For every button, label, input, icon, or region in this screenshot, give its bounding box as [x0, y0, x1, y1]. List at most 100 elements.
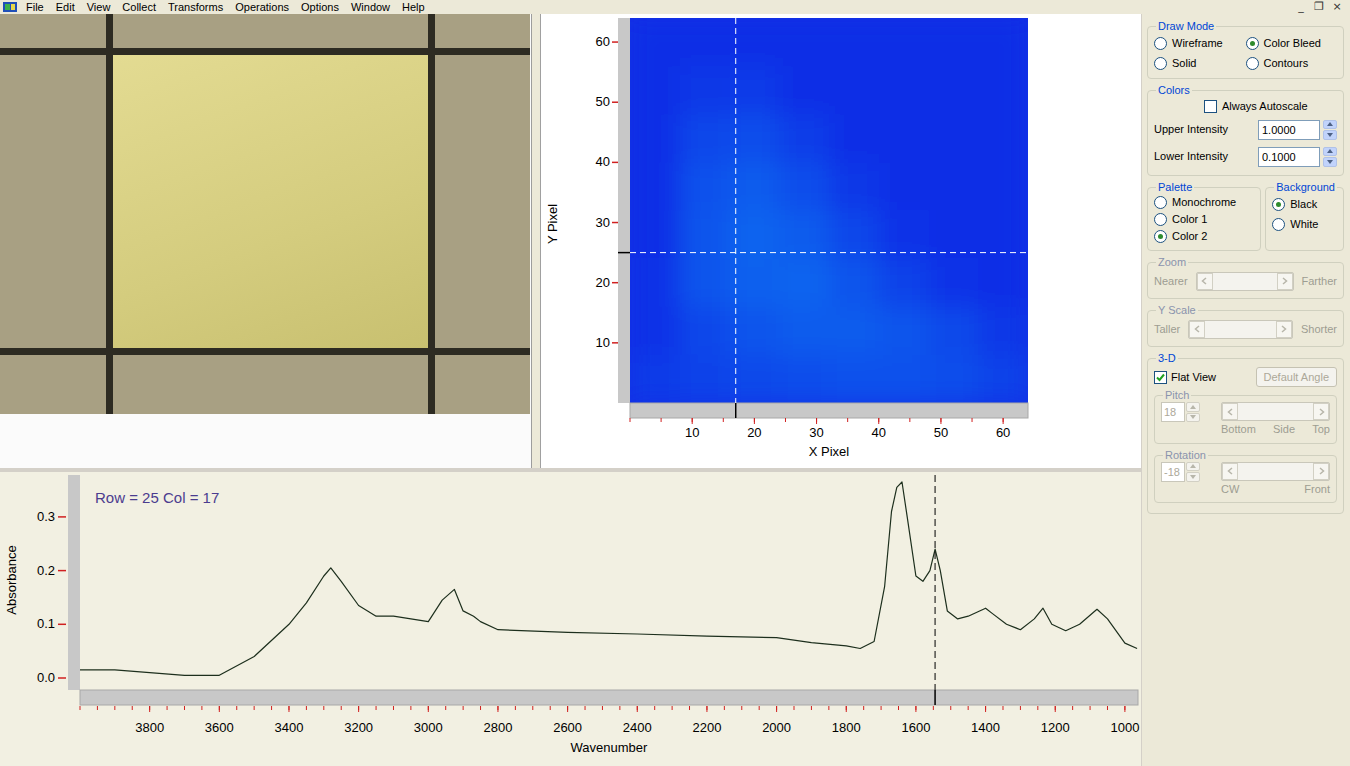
- y-tick-label: 0.0: [37, 670, 55, 685]
- checkbox[interactable]: [1154, 371, 1167, 384]
- radio-option[interactable]: Monochrome: [1154, 194, 1254, 211]
- map-cell: [978, 211, 1028, 260]
- menu-item[interactable]: File: [20, 0, 50, 14]
- x-tick-label: 3000: [414, 720, 443, 735]
- pitch-group-input[interactable]: [1161, 402, 1185, 422]
- flat-view-option[interactable]: Flat View: [1154, 369, 1216, 386]
- spin-up-button[interactable]: [1323, 120, 1337, 130]
- default-angle-button[interactable]: Default Angle: [1256, 367, 1337, 388]
- menu-item[interactable]: View: [81, 0, 117, 14]
- radio-button[interactable]: [1154, 37, 1167, 50]
- x-tick-label: 1400: [971, 720, 1000, 735]
- spectrum-line: [80, 482, 1137, 675]
- slider-right-button[interactable]: [1313, 403, 1329, 420]
- checkbox[interactable]: [1204, 100, 1217, 113]
- map-cell: [879, 66, 929, 115]
- slider-right-button[interactable]: [1277, 273, 1293, 290]
- arrow-left-icon: [1194, 325, 1201, 333]
- draw-mode-group-title: Draw Mode: [1156, 20, 1216, 33]
- radio-button[interactable]: [1154, 196, 1167, 209]
- menu-item[interactable]: Options: [295, 0, 345, 14]
- crosshair-horizontal[interactable]: [630, 252, 1028, 253]
- app-icon: [2, 1, 18, 13]
- autoscale-option[interactable]: Always Autoscale: [1154, 97, 1337, 116]
- arrow-down-icon: [1189, 474, 1197, 480]
- radio-option[interactable]: Black: [1272, 194, 1337, 214]
- spin-up-button[interactable]: [1323, 147, 1337, 157]
- slider[interactable]: [1188, 320, 1293, 339]
- spin-down-button[interactable]: [1323, 130, 1337, 140]
- arrow-up-icon: [1189, 463, 1197, 469]
- radio-option[interactable]: Wireframe: [1154, 33, 1246, 53]
- map-cell: [879, 211, 929, 260]
- spin-up-button[interactable]: [1186, 462, 1200, 472]
- slider-left-button[interactable]: [1222, 403, 1238, 420]
- photo-panel: [0, 14, 532, 468]
- arrow-left-icon: [1227, 408, 1234, 416]
- radio-button[interactable]: [1272, 218, 1285, 231]
- intensity-input[interactable]: [1258, 120, 1320, 140]
- map-cell: [829, 114, 879, 163]
- map-cell: [978, 259, 1028, 308]
- x-tick-label: 2800: [483, 720, 512, 735]
- menu-item[interactable]: Edit: [50, 0, 81, 14]
- radio-button[interactable]: [1154, 57, 1167, 70]
- slider-left-button[interactable]: [1222, 463, 1238, 480]
- menu-item[interactable]: Collect: [116, 0, 162, 14]
- radio-option[interactable]: Color 2: [1154, 228, 1254, 245]
- map-cell: [630, 355, 680, 403]
- checkmark-icon: [1155, 372, 1166, 383]
- slider-right-button[interactable]: [1313, 463, 1329, 480]
- radio-option[interactable]: Color Bleed: [1246, 33, 1338, 53]
- arrow-right-icon: [1318, 467, 1325, 475]
- sample-photo: [0, 14, 530, 414]
- slider[interactable]: [1196, 272, 1294, 291]
- slider-track: [1238, 403, 1313, 420]
- palette-group: PaletteMonochromeColor 1Color 2: [1147, 181, 1261, 251]
- radio-button[interactable]: [1272, 198, 1285, 211]
- slider-right-button[interactable]: [1276, 321, 1292, 338]
- arrow-up-icon: [1189, 404, 1197, 410]
- radio-option[interactable]: Contours: [1246, 53, 1338, 73]
- map-cell: [779, 114, 829, 163]
- radio-option[interactable]: Color 1: [1154, 211, 1254, 228]
- rotation-group-input[interactable]: [1161, 462, 1185, 482]
- window-control[interactable]: ×: [1328, 0, 1346, 14]
- map-cell: [978, 18, 1028, 67]
- horizontal-scrollbar: [630, 403, 1028, 418]
- background-group-title: Background: [1274, 181, 1337, 194]
- map-cell: [630, 259, 680, 308]
- slider-left-button[interactable]: [1189, 321, 1205, 338]
- y-tick-label: 20: [596, 275, 610, 290]
- spin-up-button[interactable]: [1186, 402, 1200, 412]
- radio-button[interactable]: [1246, 37, 1259, 50]
- spin-down-button[interactable]: [1186, 472, 1200, 482]
- map-cell: [929, 66, 979, 115]
- arrow-up-icon: [1326, 121, 1334, 127]
- menu-item[interactable]: Operations: [229, 0, 295, 14]
- radio-option[interactable]: White: [1272, 214, 1337, 234]
- x-tick-label: 40: [872, 425, 886, 440]
- slider[interactable]: [1221, 462, 1330, 481]
- y-tick-label: 0.3: [37, 509, 55, 524]
- intensity-input[interactable]: [1258, 147, 1320, 167]
- slider[interactable]: [1221, 402, 1330, 421]
- arrow-down-icon: [1189, 414, 1197, 420]
- wavenumber-cursor[interactable]: [935, 475, 936, 690]
- map-cell: [779, 307, 829, 356]
- window-control[interactable]: _: [1292, 0, 1310, 14]
- radio-button[interactable]: [1246, 57, 1259, 70]
- spin-down-button[interactable]: [1323, 157, 1337, 167]
- radio-button[interactable]: [1154, 230, 1167, 243]
- menu-item[interactable]: Transforms: [162, 0, 229, 14]
- x-tick-label: 60: [996, 425, 1010, 440]
- menu-item[interactable]: Window: [345, 0, 396, 14]
- menu-item[interactable]: Help: [396, 0, 431, 14]
- radio-option[interactable]: Solid: [1154, 53, 1246, 73]
- crosshair-vertical[interactable]: [735, 18, 736, 403]
- map-cell: [730, 211, 780, 260]
- spin-down-button[interactable]: [1186, 413, 1200, 423]
- radio-button[interactable]: [1154, 213, 1167, 226]
- window-control[interactable]: ❐: [1310, 0, 1328, 14]
- slider-left-button[interactable]: [1197, 273, 1213, 290]
